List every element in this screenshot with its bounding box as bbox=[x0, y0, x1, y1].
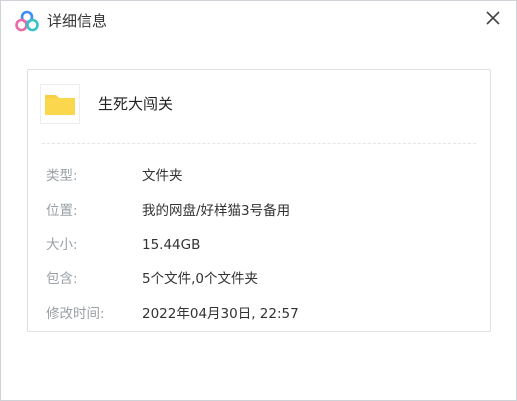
info-value: 我的网盘/好样猫3号备用 bbox=[142, 203, 291, 219]
dialog-title: 详细信息 bbox=[47, 12, 108, 30]
close-icon[interactable] bbox=[480, 5, 506, 31]
info-value: 文件夹 bbox=[142, 168, 183, 184]
info-label: 大小: bbox=[46, 237, 78, 253]
folder-icon bbox=[40, 84, 80, 124]
info-value: 5个文件,0个文件夹 bbox=[142, 271, 258, 287]
baidu-netdisk-cloud-icon bbox=[15, 10, 39, 32]
file-name: 生死大闯关 bbox=[98, 95, 174, 113]
info-label: 包含: bbox=[46, 271, 78, 287]
title-bar: 详细信息 bbox=[1, 1, 516, 41]
info-row-type: 类型: 文件夹 bbox=[28, 166, 490, 186]
info-label: 类型: bbox=[46, 168, 78, 184]
divider bbox=[42, 143, 476, 144]
info-row-size: 大小: 15.44GB bbox=[28, 235, 490, 255]
details-dialog: 详细信息 生死大闯关 类型: 文件夹 位置: 我的网盘/好样猫3号备用 大小: … bbox=[0, 0, 517, 401]
file-header: 生死大闯关 bbox=[28, 70, 490, 140]
close-button[interactable] bbox=[480, 5, 506, 31]
info-label: 修改时间: bbox=[46, 306, 105, 322]
info-label: 位置: bbox=[46, 203, 78, 219]
details-panel: 生死大闯关 类型: 文件夹 位置: 我的网盘/好样猫3号备用 大小: 15.44… bbox=[27, 69, 491, 332]
info-value: 2022年04月30日, 22:57 bbox=[142, 306, 299, 322]
info-value: 15.44GB bbox=[142, 237, 201, 253]
info-row-location: 位置: 我的网盘/好样猫3号备用 bbox=[28, 201, 490, 221]
info-row-contains: 包含: 5个文件,0个文件夹 bbox=[28, 269, 490, 289]
info-row-modified: 修改时间: 2022年04月30日, 22:57 bbox=[28, 304, 490, 324]
